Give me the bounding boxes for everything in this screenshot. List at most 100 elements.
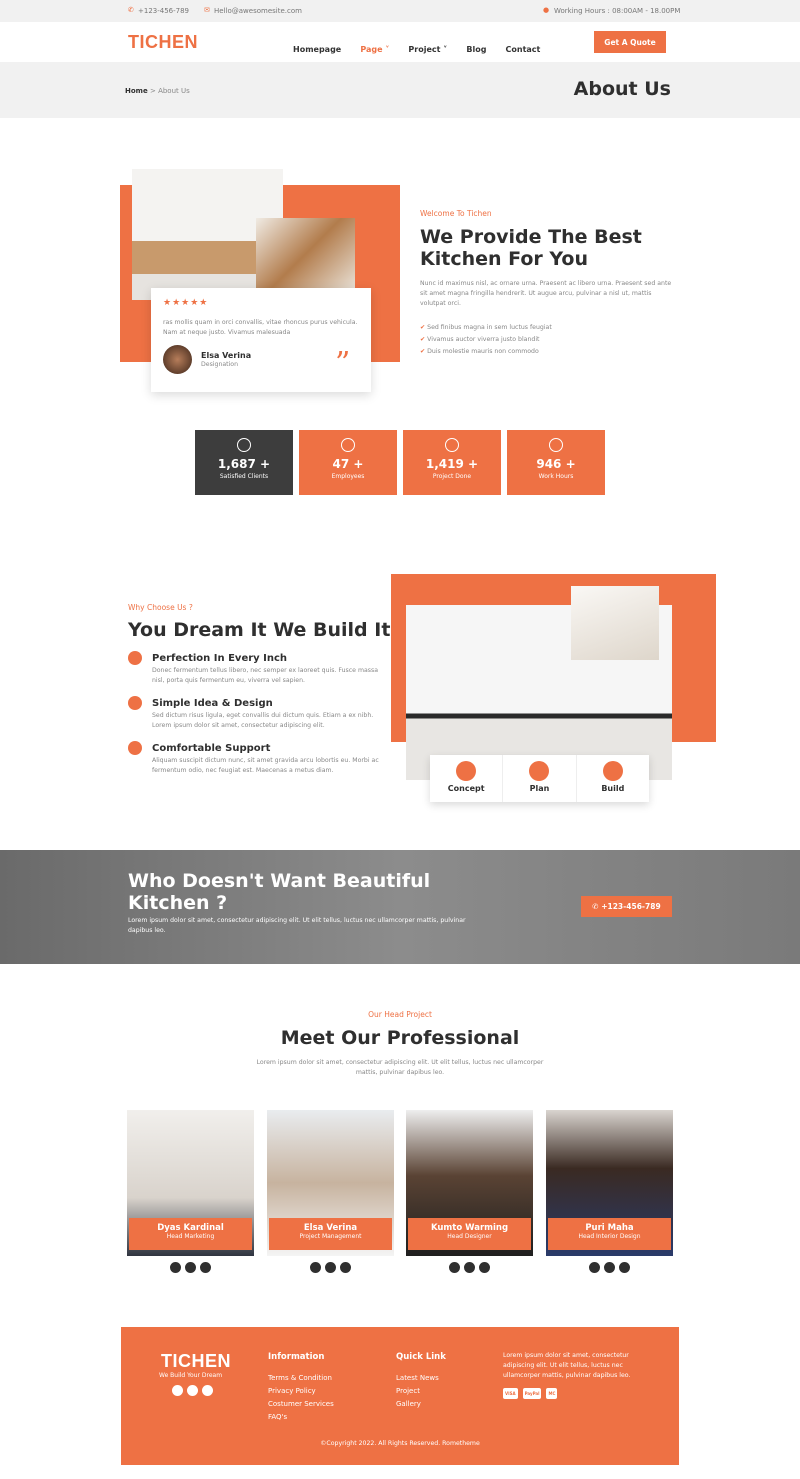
footer-about: Lorem ipsum dolor sit amet, consectetur … <box>503 1352 631 1379</box>
twitter-icon[interactable] <box>464 1262 475 1273</box>
team-label: Our Head Project <box>368 1010 432 1019</box>
page-header: Home > About Us About Us <box>0 62 800 118</box>
why-label: Why Choose Us ? <box>128 603 193 612</box>
member-badge: Kumto Warming Head Designer <box>408 1218 531 1250</box>
linkedin-icon[interactable] <box>340 1262 351 1273</box>
tools-icon <box>602 761 623 781</box>
team-member-card[interactable]: Kumto Warming Head Designer <box>406 1110 533 1256</box>
member-social <box>127 1262 254 1273</box>
about-label: Welcome To Tichen <box>420 209 492 218</box>
nav-blog[interactable]: Blog <box>466 45 486 54</box>
call-button[interactable]: ✆ +123-456-789 <box>581 896 672 917</box>
users-icon <box>341 438 355 452</box>
footer-link[interactable]: Project <box>396 1385 439 1398</box>
paypal-icon: PayPal <box>522 1388 542 1399</box>
member-name: Dyas Kardinal <box>157 1223 224 1233</box>
nav-menu: Homepage Page ˅ Project ˅ Blog Contact <box>293 37 554 56</box>
info-title: Information <box>268 1352 325 1362</box>
footer-logo[interactable]: TICHEN <box>161 1351 231 1372</box>
list-item: ✔ Duis molestie mauris non commodo <box>420 346 552 358</box>
tab-label: Build <box>601 784 625 793</box>
facebook-icon[interactable] <box>172 1385 183 1396</box>
stat-label: Employees <box>331 473 365 480</box>
page-title: About Us <box>573 78 671 100</box>
visa-icon: VISA <box>503 1388 518 1399</box>
footer-link[interactable]: FAQ's <box>268 1411 334 1424</box>
logo[interactable]: TICHEN <box>128 32 198 53</box>
stat-value: 1,687 + <box>217 457 271 471</box>
linkedin-icon[interactable] <box>200 1262 211 1273</box>
tab-concept[interactable]: Concept <box>430 755 504 802</box>
nav-homepage[interactable]: Homepage <box>293 45 341 54</box>
about-list: ✔ Sed finibus magna in sem luctus feugia… <box>420 322 552 358</box>
linkedin-icon[interactable] <box>619 1262 630 1273</box>
member-social <box>406 1262 533 1273</box>
bullet-icon <box>128 651 142 665</box>
testimonial-role: Designation <box>201 361 239 368</box>
footer-link[interactable]: Latest News <box>396 1372 439 1385</box>
stat-label: Project Done <box>432 473 472 480</box>
linkedin-icon[interactable] <box>479 1262 490 1273</box>
list-item-text: Sed finibus magna in sem luctus feugiat <box>427 324 552 331</box>
feature-item: Comfortable Support Aliquam suscipit dict… <box>128 741 383 786</box>
team-member-card[interactable]: Dyas Kardinal Head Marketing <box>127 1110 254 1256</box>
nav-contact[interactable]: Contact <box>506 45 541 54</box>
nav-project[interactable]: Project ˅ <box>408 45 447 54</box>
twitter-icon[interactable] <box>325 1262 336 1273</box>
footer-tagline: We Build Your Dream <box>159 1372 223 1379</box>
footer-link[interactable]: Terms & Condition <box>268 1372 334 1385</box>
kitchen-image-2 <box>256 218 355 290</box>
feature-text: Donec fermentum tellus libero, nec sempe… <box>152 667 379 684</box>
topbar-hours: Working Hours : 08:00AM - 18.00PM <box>554 7 681 15</box>
why-heading: You Dream It We Build It <box>128 619 391 641</box>
team-heading: Meet Our Professional <box>280 1027 520 1049</box>
nav-project-label: Project <box>408 45 441 54</box>
nav-page[interactable]: Page ˅ <box>360 45 389 54</box>
tab-label: Concept <box>447 784 485 793</box>
topbar-email[interactable]: Hello@awesomesite.com <box>214 7 302 15</box>
team-member-card[interactable]: Elsa Verina Project Management <box>267 1110 394 1256</box>
bulb-icon <box>456 761 477 781</box>
facebook-icon[interactable] <box>170 1262 181 1273</box>
list-item-text: Vivamus auctor viverra justo blandit <box>427 336 540 343</box>
tab-plan[interactable]: Plan <box>503 755 577 802</box>
footer-link[interactable]: Gallery <box>396 1398 439 1411</box>
top-bar: ✆ +123-456-789 ✉ Hello@awesomesite.com ●… <box>0 0 800 22</box>
info-links: Terms & Condition Privacy Policy Costumer … <box>268 1372 334 1424</box>
breadcrumb-current: About Us <box>158 87 190 95</box>
about-heading-line: Kitchen For You <box>420 248 588 270</box>
member-role: Head Interior Design <box>578 1233 641 1240</box>
tab-build[interactable]: Build <box>577 755 649 802</box>
twitter-icon[interactable] <box>604 1262 615 1273</box>
facebook-icon[interactable] <box>449 1262 460 1273</box>
member-role: Head Marketing <box>166 1233 215 1240</box>
breadcrumb-home[interactable]: Home <box>125 87 148 95</box>
bullet-icon <box>128 741 142 755</box>
topbar-phone: +123-456-789 <box>138 7 189 15</box>
feature-item: Perfection In Every Inch Donec fermentum … <box>128 651 383 696</box>
get-quote-button[interactable]: Get A Quote <box>594 31 666 53</box>
footer-link[interactable]: Costumer Services <box>268 1398 334 1411</box>
banner-text: Lorem ipsum dolor sit amet, consectetur … <box>128 917 466 934</box>
banner-heading: Who Doesn't Want Beautiful Kitchen ? <box>128 870 430 914</box>
feature-title: Simple Idea & Design <box>152 698 273 709</box>
blueprint-icon <box>529 761 550 781</box>
footer-social <box>172 1385 213 1396</box>
feature-item: Simple Idea & Design Sed dictum risus lig… <box>128 696 383 741</box>
member-name: Kumto Warming <box>430 1223 509 1233</box>
member-name: Elsa Verina <box>303 1223 358 1233</box>
youtube-icon[interactable] <box>202 1385 213 1396</box>
facebook-icon[interactable] <box>589 1262 600 1273</box>
footer-link[interactable]: Privacy Policy <box>268 1385 334 1398</box>
list-item: ✔ Vivamus auctor viverra justo blandit <box>420 334 552 346</box>
process-tabs: Concept Plan Build <box>430 755 649 802</box>
twitter-icon[interactable] <box>187 1385 198 1396</box>
team-member-card[interactable]: Puri Maha Head Interior Design <box>546 1110 673 1256</box>
twitter-icon[interactable] <box>185 1262 196 1273</box>
footer: TICHEN We Build Your Dream Information T… <box>121 1327 679 1465</box>
member-role: Project Management <box>299 1233 362 1240</box>
payment-icons: VISA PayPal MC <box>503 1388 558 1399</box>
list-item: ✔ Sed finibus magna in sem luctus feugia… <box>420 322 552 334</box>
check-badge-icon <box>445 438 459 452</box>
facebook-icon[interactable] <box>310 1262 321 1273</box>
